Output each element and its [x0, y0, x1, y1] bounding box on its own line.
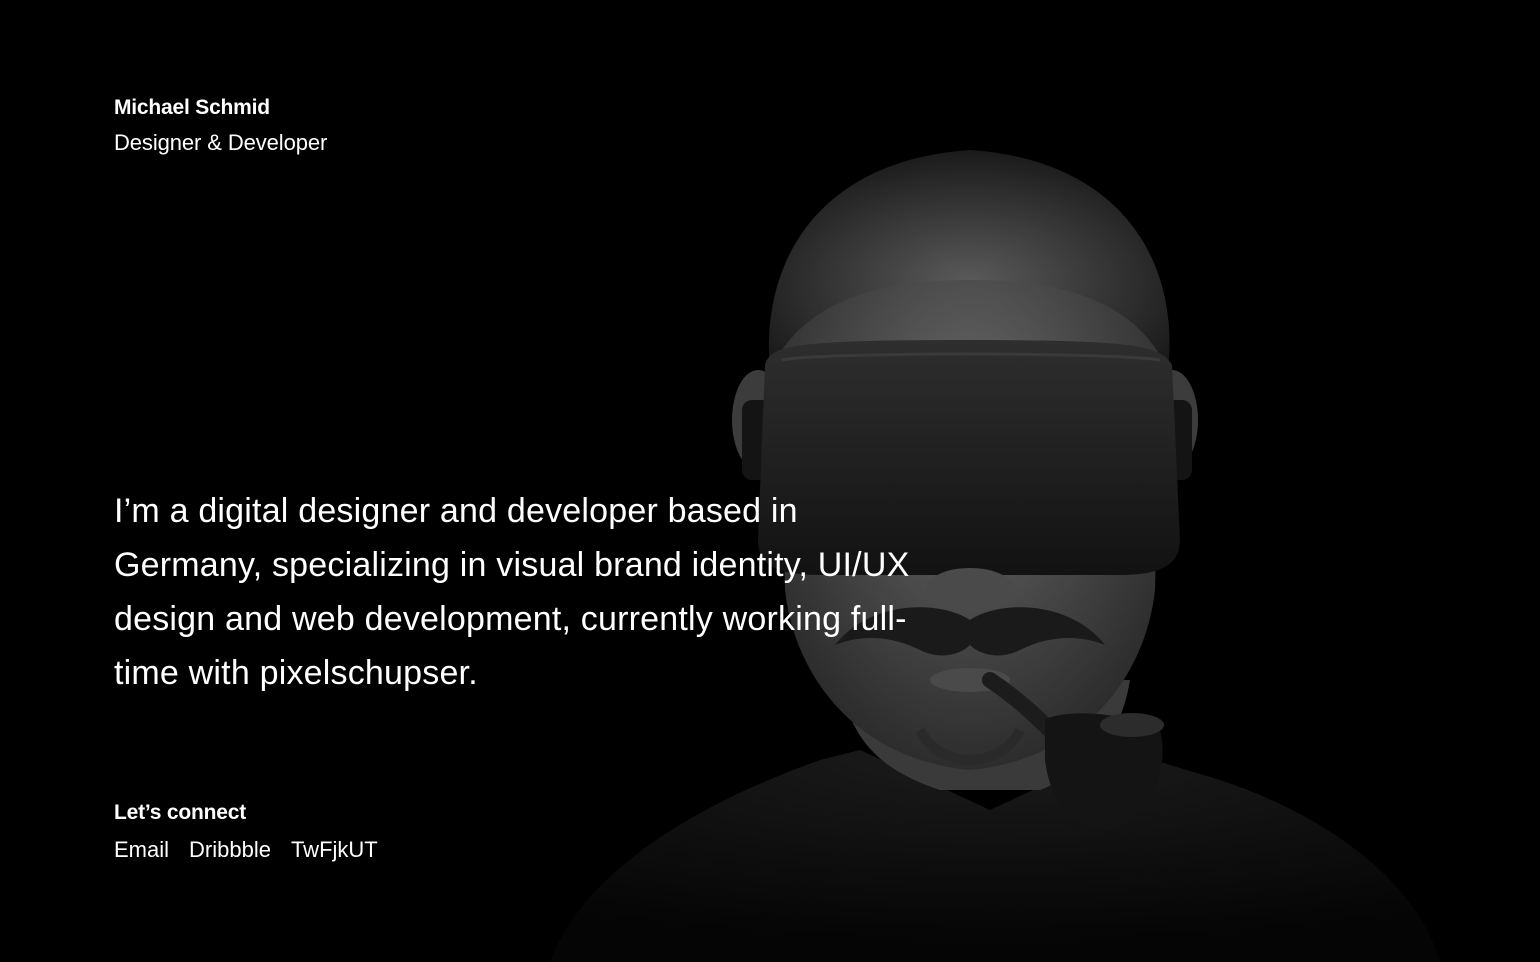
social-link-third[interactable]: TwFjkUT	[291, 835, 378, 865]
connect-title: Let’s connect	[114, 801, 246, 824]
site-owner-role: Designer & Developer	[114, 130, 328, 155]
site-header: Michael Schmid Designer & Developer	[114, 94, 327, 158]
connect-section: Let’s connect Email Dribbble TwFjkUT	[114, 799, 378, 865]
social-links: Email Dribbble TwFjkUT	[114, 835, 378, 865]
email-link[interactable]: Email	[114, 835, 169, 865]
dribbble-link[interactable]: Dribbble	[189, 835, 271, 865]
site-owner-name[interactable]: Michael Schmid	[114, 94, 327, 122]
intro-paragraph: I’m a digital designer and developer bas…	[114, 492, 910, 692]
